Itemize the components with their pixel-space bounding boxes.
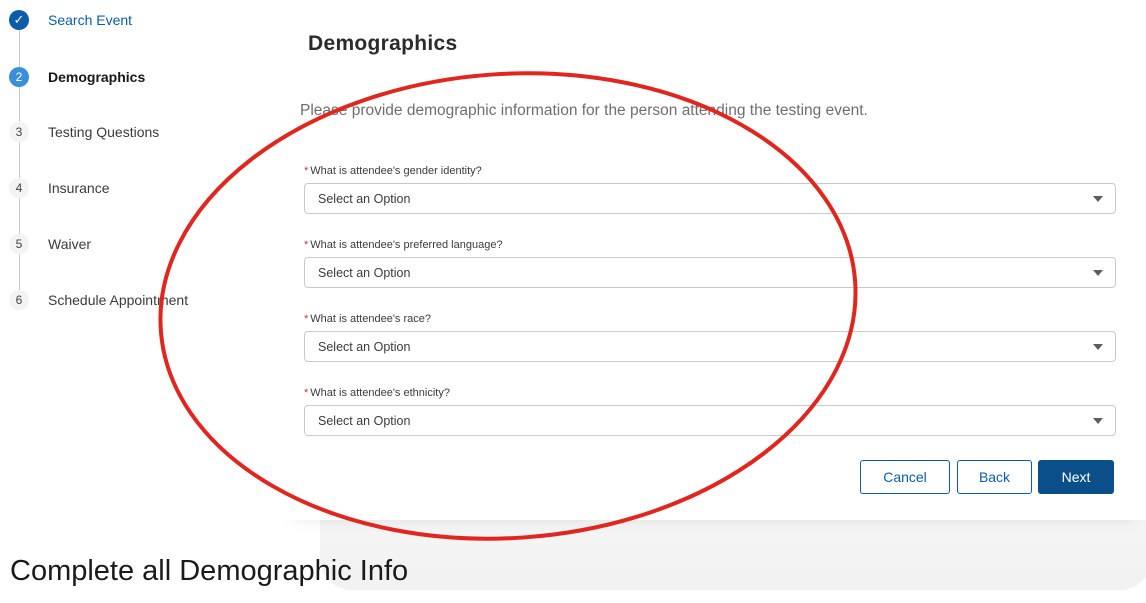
race-select[interactable]: Select an Option xyxy=(304,331,1116,362)
race-field: * What is attendee's race? Select an Opti… xyxy=(304,313,1116,362)
select-value: Select an Option xyxy=(318,339,411,354)
preferred-language-select[interactable]: Select an Option xyxy=(304,257,1116,288)
field-label: * What is attendee's gender identity? xyxy=(304,165,1116,180)
step-insurance: 4 Insurance xyxy=(9,177,109,199)
stepper-line xyxy=(19,20,20,300)
step-number: 5 xyxy=(9,234,29,254)
select-value: Select an Option xyxy=(318,265,411,280)
field-label-text: What is attendee's race? xyxy=(310,313,432,325)
chevron-down-icon xyxy=(1093,270,1103,276)
chevron-down-icon xyxy=(1093,344,1103,350)
step-label: Testing Questions xyxy=(48,124,160,140)
check-icon: ✓ xyxy=(9,10,29,30)
caption: Complete all Demographic Info xyxy=(10,555,409,587)
demographics-form: Demographics Please provide demographic … xyxy=(282,0,1146,520)
step-testing-questions: 3 Testing Questions xyxy=(9,121,159,143)
select-value: Select an Option xyxy=(318,191,411,206)
gender-identity-select[interactable]: Select an Option xyxy=(304,183,1116,214)
step-number: 2 xyxy=(9,67,29,87)
chevron-down-icon xyxy=(1093,196,1103,202)
step-label: Demographics xyxy=(48,69,146,85)
select-value: Select an Option xyxy=(318,413,411,428)
ethnicity-select[interactable]: Select an Option xyxy=(304,405,1116,436)
preferred-language-field: * What is attendee's preferred language? … xyxy=(304,239,1116,288)
required-marker: * xyxy=(304,239,309,251)
step-schedule-appointment: 6 Schedule Appointment xyxy=(9,289,188,311)
step-number: 4 xyxy=(9,178,29,198)
required-marker: * xyxy=(304,387,309,399)
page-title: Demographics xyxy=(308,32,458,55)
field-label-text: What is attendee's ethnicity? xyxy=(310,387,450,399)
required-marker: * xyxy=(304,165,309,177)
gender-identity-field: * What is attendee's gender identity? Sel… xyxy=(304,165,1116,214)
form-intro: Please provide demographic information f… xyxy=(300,102,868,119)
required-marker: * xyxy=(304,313,309,325)
step-demographics: 2 Demographics xyxy=(9,66,145,88)
step-search-event[interactable]: ✓ Search Event xyxy=(9,9,132,31)
step-label: Insurance xyxy=(48,180,110,196)
field-label-text: What is attendee's preferred language? xyxy=(310,239,503,251)
cancel-button[interactable]: Cancel xyxy=(860,460,950,494)
progress-stepper: ✓ Search Event 2 Demographics 3 Testing … xyxy=(0,0,270,330)
step-label: Waiver xyxy=(48,236,92,252)
step-label: Schedule Appointment xyxy=(48,292,189,308)
chevron-down-icon xyxy=(1093,418,1103,424)
field-label: * What is attendee's ethnicity? xyxy=(304,387,1116,402)
next-button[interactable]: Next xyxy=(1038,460,1114,494)
step-number: 6 xyxy=(9,290,29,310)
step-waiver: 5 Waiver xyxy=(9,233,91,255)
field-label: * What is attendee's race? xyxy=(304,313,1116,328)
back-button[interactable]: Back xyxy=(957,460,1032,494)
step-number: 3 xyxy=(9,122,29,142)
field-label-text: What is attendee's gender identity? xyxy=(310,165,482,177)
field-label: * What is attendee's preferred language? xyxy=(304,239,1116,254)
ethnicity-field: * What is attendee's ethnicity? Select an… xyxy=(304,387,1116,436)
step-label: Search Event xyxy=(48,12,133,28)
